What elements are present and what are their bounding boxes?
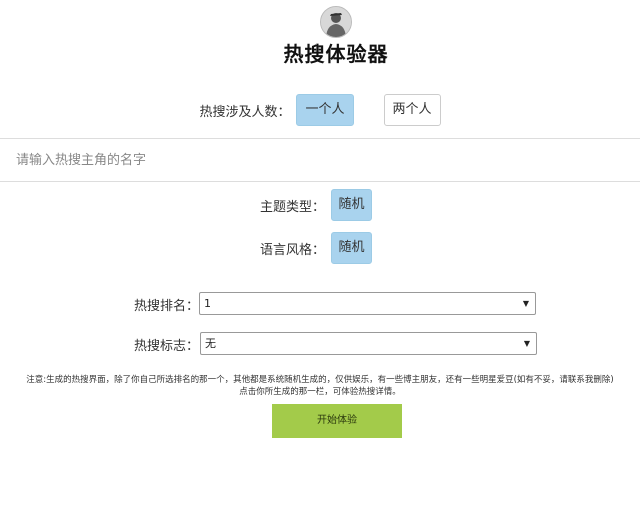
language-style-button[interactable]: 随机 bbox=[331, 232, 372, 264]
notice-text: 注意:生成的热搜界面，除了你自己所选排名的那一个，其他都是系统随机生成的，仅供娱… bbox=[0, 374, 640, 398]
notice-line-2: 点击你所生成的那一栏，可体验热搜详情。 bbox=[239, 387, 401, 397]
rank-select-value: 1 bbox=[204, 297, 211, 310]
avatar bbox=[320, 6, 352, 38]
theme-type-row: 主题类型： 随机 bbox=[0, 189, 636, 221]
rank-select[interactable]: 1 ▼ bbox=[199, 292, 536, 315]
people-count-label: 热搜涉及人数： bbox=[199, 104, 291, 120]
start-experience-button[interactable]: 开始体验 bbox=[272, 404, 402, 438]
rank-label: 热搜排名： bbox=[134, 299, 200, 314]
badge-select[interactable]: 无 ▼ bbox=[200, 332, 537, 355]
theme-type-button[interactable]: 随机 bbox=[331, 189, 372, 221]
chevron-down-icon: ▼ bbox=[522, 299, 529, 308]
notice-line-1: 注意:生成的热搜界面，除了你自己所选排名的那一个，其他都是系统随机生成的，仅供娱… bbox=[26, 375, 614, 385]
two-person-option[interactable]: 两个人 bbox=[383, 94, 441, 126]
page-title: 热搜体验器 bbox=[283, 42, 389, 66]
language-style-row: 语言风格： 随机 bbox=[0, 232, 636, 264]
people-count-row: 热搜涉及人数： 一个人 两个人 bbox=[0, 94, 640, 126]
theme-type-label: 主题类型： bbox=[259, 199, 325, 215]
chevron-down-icon: ▼ bbox=[523, 339, 530, 348]
badge-select-value: 无 bbox=[205, 337, 216, 350]
person-avatar-icon bbox=[321, 7, 351, 37]
protagonist-name-input[interactable] bbox=[0, 138, 640, 182]
one-person-option[interactable]: 一个人 bbox=[296, 94, 354, 126]
badge-label: 热搜标志： bbox=[134, 339, 200, 354]
language-style-label: 语言风格： bbox=[259, 242, 325, 258]
